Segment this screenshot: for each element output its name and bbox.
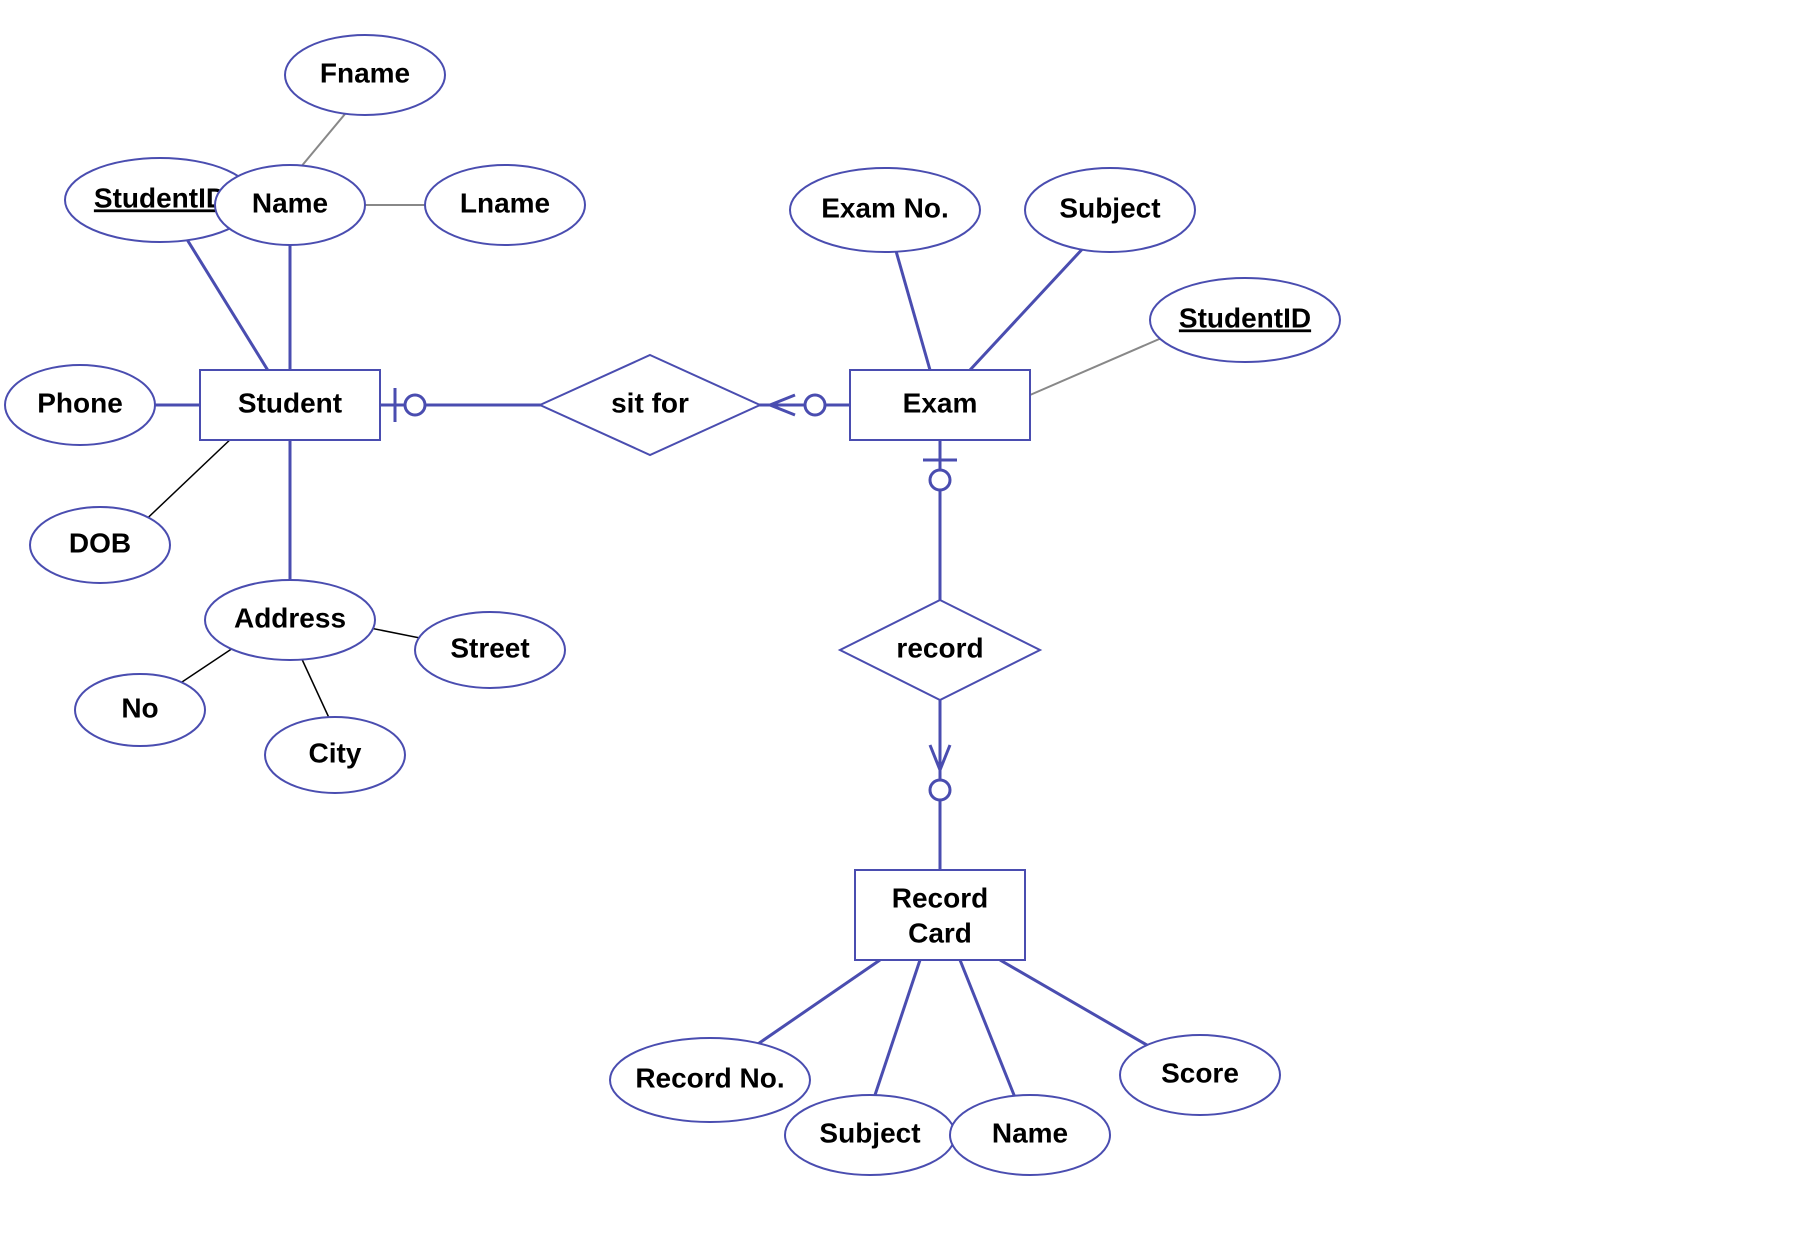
attr-fname: Fname: [285, 35, 445, 115]
attr-rc-subject: Subject: [785, 1095, 955, 1175]
link-rc-subject: [870, 960, 920, 1110]
entity-record-card-label-2: Card: [908, 917, 972, 948]
attr-city: City: [265, 717, 405, 793]
attr-name: Name: [215, 165, 365, 245]
attr-address: Address: [205, 580, 375, 660]
attr-record-no-label: Record No.: [635, 1062, 784, 1093]
relationship-sit-for: sit for: [540, 355, 760, 455]
attr-rc-name: Name: [950, 1095, 1110, 1175]
attr-exam-subject-label: Subject: [1059, 192, 1160, 223]
relationship-sit-for-label: sit for: [611, 387, 689, 418]
attr-lname: Lname: [425, 165, 585, 245]
attr-phone: Phone: [5, 365, 155, 445]
link-exam-studentid: [1030, 330, 1180, 395]
attr-exam-student-id: StudentID: [1150, 278, 1340, 362]
link-student-studentid: [175, 220, 280, 390]
attr-record-no: Record No.: [610, 1038, 810, 1122]
attr-lname-label: Lname: [460, 187, 550, 218]
attr-name-label: Name: [252, 187, 328, 218]
attr-street: Street: [415, 612, 565, 688]
attr-fname-label: Fname: [320, 57, 410, 88]
attr-no-label: No: [121, 692, 158, 723]
attr-exam-no: Exam No.: [790, 168, 980, 252]
attr-exam-subject: Subject: [1025, 168, 1195, 252]
attr-no: No: [75, 674, 205, 746]
attr-exam-no-label: Exam No.: [821, 192, 949, 223]
link-rc-name: [960, 960, 1020, 1110]
attr-score-label: Score: [1161, 1057, 1239, 1088]
attr-student-id-label: StudentID: [94, 182, 226, 213]
attr-address-label: Address: [234, 602, 346, 633]
attr-rc-name-label: Name: [992, 1117, 1068, 1148]
entity-student-label: Student: [238, 387, 342, 418]
relationship-record-label: record: [896, 632, 983, 663]
entity-exam-label: Exam: [903, 387, 978, 418]
attr-dob-label: DOB: [69, 527, 131, 558]
attr-rc-subject-label: Subject: [819, 1117, 920, 1148]
er-diagram: Student Exam Record Card sit for record …: [0, 0, 1800, 1250]
attr-street-label: Street: [450, 632, 529, 663]
attr-score: Score: [1120, 1035, 1280, 1115]
entity-record-card: Record Card: [855, 870, 1025, 960]
attr-exam-student-id-label: StudentID: [1179, 302, 1311, 333]
attr-dob: DOB: [30, 507, 170, 583]
relationship-record: record: [840, 600, 1040, 700]
attr-phone-label: Phone: [37, 387, 123, 418]
entity-exam: Exam: [850, 370, 1030, 440]
link-student-dob: [135, 435, 235, 530]
link-address-city: [300, 655, 330, 720]
entity-student: Student: [200, 370, 380, 440]
attr-city-label: City: [309, 737, 362, 768]
entity-record-card-label-1: Record: [892, 882, 988, 913]
link-exam-subject: [970, 230, 1100, 370]
